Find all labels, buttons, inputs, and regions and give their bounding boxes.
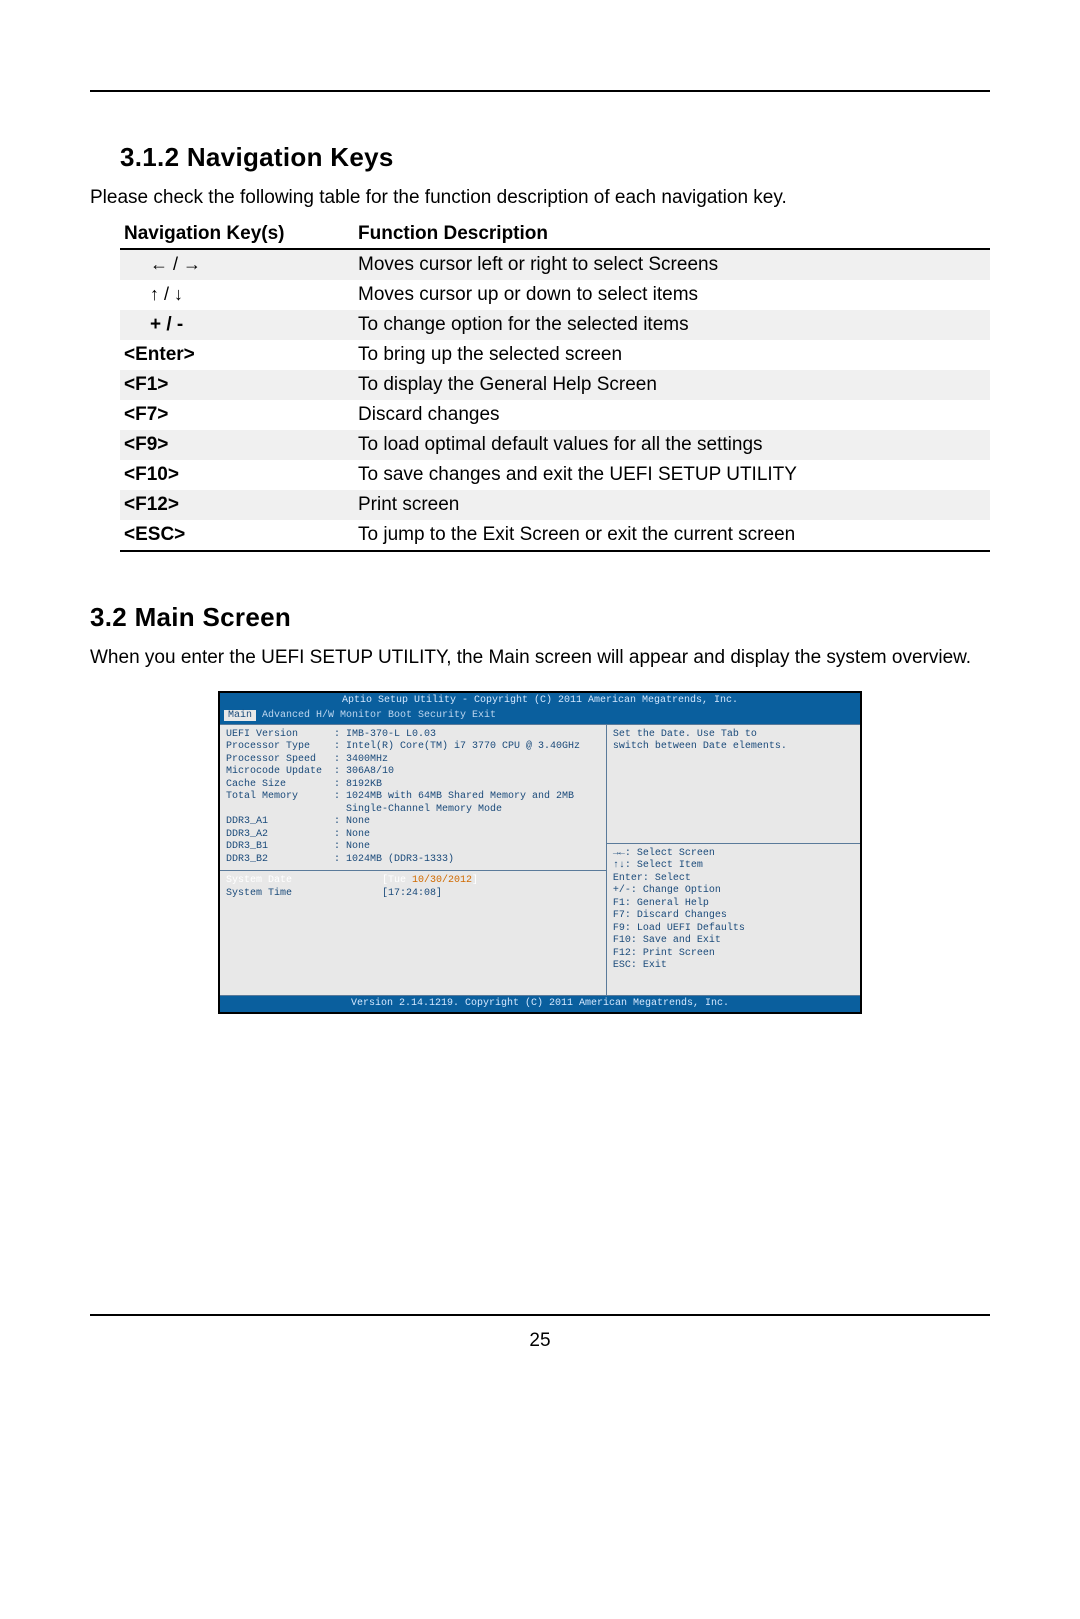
bios-line: UEFI Version : IMB-370-L L0.03 [226,729,600,742]
table-row: <ESC> To jump to the Exit Screen or exit… [120,520,990,551]
desc: To load optimal default values for all t… [354,430,990,460]
table-row: ↑ / ↓ Moves cursor up or down to select … [120,280,990,310]
bios-right-pane: Set the Date. Use Tab to switch between … [607,725,860,995]
bios-line: Processor Type : Intel(R) Core(TM) i7 37… [226,741,600,754]
bios-line: Cache Size : 8192KB [226,779,600,792]
desc: Moves cursor up or down to select items [354,280,990,310]
bios-line: DDR3_B1 : None [226,841,600,854]
table-row: <F12> Print screen [120,490,990,520]
heading-3-1-2: 3.1.2 Navigation Keys [120,142,990,173]
bios-line: Processor Speed : 3400MHz [226,754,600,767]
bios-key-help: F10: Save and Exit [613,935,854,948]
bios-menubar: Main Advanced H/W Monitor Boot Security … [220,709,860,724]
bios-line: Microcode Update : 306A8/10 [226,766,600,779]
bottom-rule [90,1314,990,1316]
bios-system-time: System Time [17:24:08] [226,888,600,901]
key-f10: <F10> [120,460,354,490]
bios-left-pane: UEFI Version : IMB-370-L L0.03 Processor… [220,725,607,995]
section1-intro: Please check the following table for the… [90,183,990,212]
key-enter: <Enter> [120,340,354,370]
bios-key-help: Enter: Select [613,873,854,886]
section2-intro: When you enter the UEFI SETUP UTILITY, t… [90,643,990,672]
key-f12: <F12> [120,490,354,520]
bios-menu-rest: Advanced H/W Monitor Boot Security Exit [256,710,496,721]
key-esc: <ESC> [120,520,354,551]
table-row: <F7> Discard changes [120,400,990,430]
bios-line: DDR3_A2 : None [226,829,600,842]
table-row: <F9> To load optimal default values for … [120,430,990,460]
desc: To save changes and exit the UEFI SETUP … [354,460,990,490]
navigation-keys-table: Navigation Key(s) Function Description ←… [120,220,990,552]
col-func-desc: Function Description [354,220,990,249]
key-f9: <F9> [120,430,354,460]
desc: To jump to the Exit Screen or exit the c… [354,520,990,551]
bios-footer: Version 2.14.1219. Copyright (C) 2011 Am… [220,996,860,1013]
bios-system-date: System Date [Tue 10/30/2012] [226,875,600,888]
bios-key-help: ESC: Exit [613,960,854,973]
table-row: <F1> To display the General Help Screen [120,370,990,400]
bios-help-line: Set the Date. Use Tab to [613,729,854,742]
key-up-down: ↑ / ↓ [150,284,183,304]
document-page: 3.1.2 Navigation Keys Please check the f… [0,0,1080,1392]
heading-3-2: 3.2 Main Screen [90,602,990,633]
bios-key-help: +/-: Change Option [613,885,854,898]
desc: To change option for the selected items [354,310,990,340]
key-left-right: ← / → [150,254,201,274]
bios-menu-main: Main [224,710,256,721]
bios-screenshot: Aptio Setup Utility - Copyright (C) 2011… [218,691,862,1015]
bios-line: DDR3_A1 : None [226,816,600,829]
table-row: <F10> To save changes and exit the UEFI … [120,460,990,490]
key-f7: <F7> [120,400,354,430]
bios-key-help: ↑↓: Select Item [613,860,854,873]
desc: Moves cursor left or right to select Scr… [354,249,990,280]
table-row: <Enter> To bring up the selected screen [120,340,990,370]
desc: Print screen [354,490,990,520]
bios-key-help: F9: Load UEFI Defaults [613,923,854,936]
desc: To display the General Help Screen [354,370,990,400]
desc: Discard changes [354,400,990,430]
bios-key-help: F1: General Help [613,898,854,911]
page-number: 25 [90,1330,990,1352]
bios-line: Single-Channel Memory Mode [226,804,600,817]
bios-key-help: →←: Select Screen [613,848,854,861]
col-nav-key: Navigation Key(s) [120,220,354,249]
bios-title: Aptio Setup Utility - Copyright (C) 2011… [220,693,860,710]
table-row: ← / → Moves cursor left or right to sele… [120,249,990,280]
bios-line: DDR3_B2 : 1024MB (DDR3-1333) [226,854,600,867]
top-rule [90,90,990,92]
bios-key-help: F7: Discard Changes [613,910,854,923]
key-plus-minus: + / - [120,310,354,340]
bios-line: Total Memory : 1024MB with 64MB Shared M… [226,791,600,804]
desc: To bring up the selected screen [354,340,990,370]
bios-key-help: F12: Print Screen [613,948,854,961]
table-row: + / - To change option for the selected … [120,310,990,340]
bios-help-line: switch between Date elements. [613,741,854,754]
key-f1: <F1> [120,370,354,400]
